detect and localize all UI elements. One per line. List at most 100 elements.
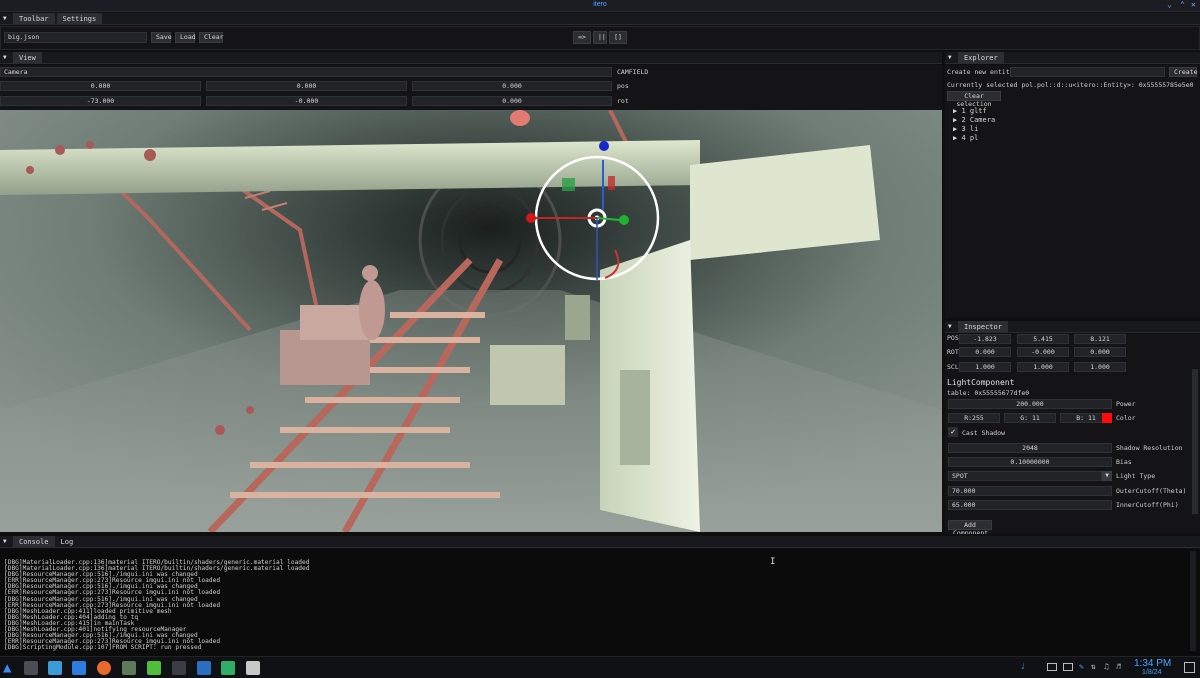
entity-label: 1 gltf — [961, 107, 987, 115]
camera-select[interactable]: Camera — [0, 67, 612, 77]
entity-tree-item[interactable]: ▶ 1 gltf — [953, 107, 995, 116]
tab-console[interactable]: Console — [13, 536, 55, 547]
color-r-field[interactable]: R:255 — [948, 413, 1000, 423]
scl-x-field[interactable]: 1.000 — [959, 362, 1011, 372]
clock-time[interactable]: 1:34 PM — [1134, 658, 1171, 669]
inspector-panel: POS -1.823 5.415 8.121 ROT 0.000 -0.000 … — [945, 334, 1200, 534]
pos-x-field[interactable]: 0.000 — [0, 81, 201, 91]
rot-x-field[interactable]: -73.000 — [0, 96, 201, 106]
rot-z-field[interactable]: 0.000 — [412, 96, 612, 106]
pause-button[interactable]: || — [593, 31, 607, 44]
collapse-icon[interactable]: ⌄ — [1167, 0, 1172, 9]
outer-cutoff-field[interactable]: 70.000 — [948, 486, 1112, 496]
image-viewer-app-icon[interactable] — [122, 661, 136, 675]
show-desktop-icon[interactable] — [1184, 662, 1195, 673]
maximize-icon[interactable]: ⌃ — [1180, 0, 1185, 9]
notification-bell-icon[interactable]: ♩ — [1020, 662, 1029, 673]
expand-arrow-icon[interactable]: ▶ — [953, 116, 957, 124]
pos-z-field[interactable]: 8.121 — [1074, 334, 1126, 344]
tab-toolbar[interactable]: Toolbar — [13, 13, 55, 24]
color-swatch[interactable] — [1102, 413, 1112, 423]
network-icon[interactable]: ⇅ — [1091, 662, 1096, 671]
app-icon[interactable] — [221, 661, 235, 675]
files-app-icon[interactable] — [72, 661, 86, 675]
scl-z-field[interactable]: 1.000 — [1074, 362, 1126, 372]
entity-tree: ▶ 1 gltf ▶ 2 Camera ▶ 3 li ▶ 4 pl — [953, 107, 995, 143]
chevron-down-icon[interactable]: ▼ — [1102, 471, 1112, 481]
component-table-addr: table: 0x55555677dfe0 — [947, 389, 1030, 397]
expand-arrow-icon[interactable]: ▶ — [953, 107, 957, 115]
file-path-input[interactable]: big.json — [4, 32, 147, 43]
power-field[interactable]: 200.000 — [948, 399, 1112, 409]
light-type-label: Light Type — [1116, 472, 1156, 480]
inner-cutoff-field[interactable]: 65.000 — [948, 500, 1112, 510]
pen-icon[interactable]: ✎ — [1079, 662, 1084, 671]
audio-icon[interactable]: ♫ — [1104, 662, 1109, 671]
fullscreen-button[interactable]: [] — [609, 31, 627, 44]
expand-arrow-icon[interactable]: ▶ — [953, 125, 957, 133]
clear-selection-button[interactable]: Clear selection — [947, 91, 1001, 108]
collapse-triangle-icon[interactable]: ▼ — [948, 323, 958, 330]
console-output[interactable]: [DBG]MaterialLoader.cpp:136]material ITE… — [0, 549, 1200, 656]
collapse-triangle-icon[interactable]: ▼ — [3, 54, 13, 61]
create-entity-label: Create new entity: — [947, 68, 1018, 76]
entity-tree-item[interactable]: ▶ 4 pl — [953, 134, 995, 143]
store-app-icon[interactable] — [48, 661, 62, 675]
close-icon[interactable]: ✕ — [1191, 0, 1196, 9]
rot-label: rot — [617, 97, 629, 105]
terminal-app-icon[interactable] — [24, 661, 38, 675]
launcher-icon[interactable]: ▲ — [3, 661, 17, 675]
bias-field[interactable]: 0.10000000 — [948, 457, 1112, 467]
shadow-resolution-field[interactable]: 2048 — [948, 443, 1112, 453]
tab-view[interactable]: View — [13, 52, 42, 63]
shadow-resolution-label: Shadow Resolution — [1116, 444, 1183, 452]
scene-viewport[interactable] — [0, 110, 942, 532]
play-button[interactable]: => — [573, 31, 591, 44]
rot-z-field[interactable]: 0.000 — [1074, 347, 1126, 357]
collapse-triangle-icon[interactable]: ▼ — [3, 15, 13, 22]
window-title: itero — [593, 1, 607, 8]
inspector-scrollbar[interactable] — [1192, 369, 1198, 514]
pos-y-field[interactable]: 0.000 — [206, 81, 407, 91]
save-button[interactable]: Save — [151, 32, 172, 43]
display-icon[interactable] — [1047, 663, 1057, 671]
clear-button[interactable]: Clear — [199, 32, 224, 43]
tab-explorer[interactable]: Explorer — [958, 52, 1004, 63]
console-scrollbar[interactable] — [1190, 551, 1196, 651]
firefox-app-icon[interactable] — [97, 661, 111, 675]
console-app-icon[interactable] — [172, 661, 186, 675]
cast-shadow-checkbox[interactable]: ✓ — [948, 427, 958, 437]
outer-cutoff-label: OuterCutoff(Theta) — [1116, 487, 1187, 495]
pos-y-field[interactable]: 5.415 — [1017, 334, 1069, 344]
taskbar: ▲ ♩ ✎ ⇅ ♫ ♬ 1:34 PM 1/8/24 — [0, 656, 1200, 678]
volume-icon[interactable]: ♬ — [1116, 662, 1121, 671]
collapse-triangle-icon[interactable]: ▼ — [3, 538, 13, 545]
create-entity-button[interactable]: Create — [1169, 67, 1197, 77]
entity-label: 3 li — [961, 125, 979, 133]
rot-y-field[interactable]: -0.000 — [1017, 347, 1069, 357]
clipboard-icon[interactable] — [1063, 663, 1073, 671]
color-g-field[interactable]: G: 11 — [1004, 413, 1056, 423]
expand-arrow-icon[interactable]: ▶ — [953, 134, 957, 142]
collapse-triangle-icon[interactable]: ▼ — [948, 54, 958, 61]
pos-row-label: POS — [947, 334, 959, 342]
log-list: [DBG]MaterialLoader.cpp:136]material ITE… — [4, 559, 309, 651]
pos-z-field[interactable]: 0.000 — [412, 81, 612, 91]
load-button[interactable]: Load — [175, 32, 196, 43]
entity-tree-item[interactable]: ▶ 2 Camera — [953, 116, 995, 125]
entity-tree-item[interactable]: ▶ 3 li — [953, 125, 995, 134]
tab-inspector[interactable]: Inspector — [958, 321, 1008, 332]
add-component-button[interactable]: Add Component — [948, 520, 992, 534]
rot-x-field[interactable]: 0.000 — [959, 347, 1011, 357]
scl-y-field[interactable]: 1.000 — [1017, 362, 1069, 372]
tab-settings[interactable]: Settings — [56, 13, 103, 24]
create-entity-input[interactable] — [1010, 67, 1165, 77]
light-type-select[interactable]: SPOT — [948, 471, 1102, 481]
power-label: Power — [1116, 400, 1136, 408]
xorg-app-icon[interactable] — [246, 661, 260, 675]
vscode-app-icon[interactable] — [197, 661, 211, 675]
pos-x-field[interactable]: -1.823 — [959, 334, 1011, 344]
qt-creator-app-icon[interactable] — [147, 661, 161, 675]
rot-y-field[interactable]: -0.000 — [206, 96, 407, 106]
tab-log[interactable]: Log — [55, 536, 80, 547]
